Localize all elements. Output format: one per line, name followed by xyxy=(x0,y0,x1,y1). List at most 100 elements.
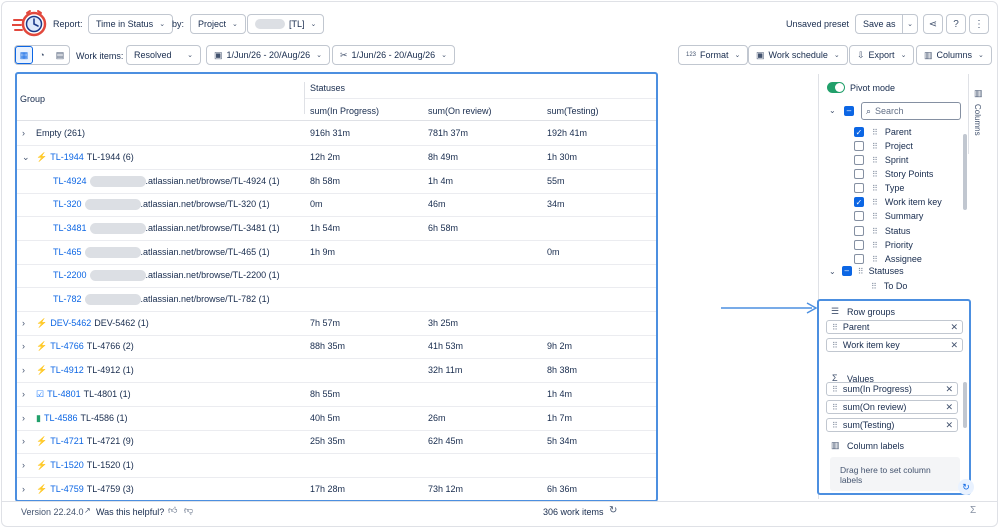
thumbs-down-icon[interactable]: 👎︎ xyxy=(184,505,193,516)
columns-button[interactable]: ▥ Columns ⌄ xyxy=(916,45,992,65)
expand-caret-icon[interactable]: › xyxy=(22,341,36,351)
table-row[interactable]: › ⚡ TL-4766 TL-4766 (2) 88h 35m 41h 53m … xyxy=(16,335,658,359)
field-checkbox[interactable] xyxy=(854,240,864,250)
drag-handle-icon[interactable]: ⠿ xyxy=(832,323,838,332)
drag-handle-icon[interactable]: ⠿ xyxy=(872,212,878,221)
field-checkbox[interactable] xyxy=(854,183,864,193)
drag-handle-icon[interactable]: ⠿ xyxy=(872,184,878,193)
collapse-caret-icon[interactable]: ⌄ xyxy=(22,152,36,163)
row-group-chip[interactable]: ⠿ Work item key ✕ xyxy=(826,338,963,352)
issue-link[interactable]: TL-4759 xyxy=(50,484,84,494)
column-field-item[interactable]: ⠿ Summary xyxy=(854,209,923,223)
col-on-review-header[interactable]: sum(On review) xyxy=(428,106,492,116)
table-row[interactable]: TL-3481 .atlassian.net/browse/TL-3481 (1… xyxy=(16,217,658,241)
drag-handle-icon[interactable]: ⠿ xyxy=(872,142,878,151)
sigma-toggle-icon[interactable]: Σ xyxy=(970,505,976,516)
field-checkbox[interactable] xyxy=(854,211,864,221)
issue-link[interactable]: TL-4912 xyxy=(50,365,84,375)
refresh-icon[interactable]: ↻ xyxy=(609,505,617,516)
expand-caret-icon[interactable]: › xyxy=(22,128,36,138)
col-in-progress-header[interactable]: sum(In Progress) xyxy=(310,106,379,116)
table-row[interactable]: › ⚡ TL-1520 TL-1520 (1) xyxy=(16,454,658,478)
issue-link[interactable]: TL-1944 xyxy=(50,152,84,162)
issue-link[interactable]: TL-3481 xyxy=(53,223,87,233)
chart-view-icon[interactable]: ◔ xyxy=(33,46,51,64)
table-row[interactable]: TL-465 .atlassian.net/browse/TL-465 (1) … xyxy=(16,241,658,265)
collapse-caret-icon[interactable]: ⌄ xyxy=(829,106,836,115)
select-all-checkbox[interactable]: – xyxy=(844,106,854,116)
project-select[interactable]: [TL] ⌄ xyxy=(247,14,325,34)
expand-caret-icon[interactable]: › xyxy=(22,365,36,375)
issue-link[interactable]: TL-320 xyxy=(53,199,82,209)
table-row[interactable]: › ⚡ TL-4912 TL-4912 (1) 32h 11m 8h 38m xyxy=(16,359,658,383)
format-button[interactable]: 123 Format ⌄ xyxy=(678,45,749,65)
thumbs-up-icon[interactable]: 👍︎ xyxy=(168,505,177,516)
issue-link[interactable]: TL-4766 xyxy=(50,341,84,351)
column-field-item[interactable]: ⠿ Sprint xyxy=(854,153,908,167)
column-field-item[interactable]: ⠿ Story Points xyxy=(854,167,933,181)
collapse-caret-icon[interactable]: ⌄ xyxy=(829,267,836,276)
row-group-chip[interactable]: ⠿ Parent ✕ xyxy=(826,320,963,334)
save-as-button[interactable]: Save as ⌄ xyxy=(855,14,918,34)
close-icon[interactable]: ✕ xyxy=(945,420,953,431)
share-icon[interactable]: ⋖ xyxy=(923,14,943,34)
table-row[interactable]: › ⚡ TL-4721 TL-4721 (9) 25h 35m 62h 45m … xyxy=(16,430,658,454)
export-button[interactable]: ⇩ Export ⌄ xyxy=(849,45,915,65)
drag-handle-icon[interactable]: ⠿ xyxy=(872,128,878,137)
column-field-item[interactable]: ⠿ Status xyxy=(854,224,910,238)
pivot-view-icon[interactable]: ▤ xyxy=(51,46,69,64)
drag-handle-icon[interactable]: ⠿ xyxy=(872,241,878,250)
resolution-range-select[interactable]: ✂ 1/Jun/26 - 20/Aug/26 ⌄ xyxy=(332,45,455,65)
issue-link[interactable]: DEV-5462 xyxy=(50,318,91,328)
close-icon[interactable]: ✕ xyxy=(950,322,958,333)
expand-caret-icon[interactable]: › xyxy=(22,413,36,423)
table-row[interactable]: TL-2200 .atlassian.net/browse/TL-2200 (1… xyxy=(16,264,658,288)
drag-handle-icon[interactable]: ⠿ xyxy=(872,255,878,264)
statuses-group-item[interactable]: ⌄ – ⠿ Statuses xyxy=(829,266,904,276)
table-row[interactable]: › Empty (261) 916h 31m 781h 37m 192h 41m xyxy=(16,122,658,146)
table-row[interactable]: TL-782 .atlassian.net/browse/TL-782 (1) xyxy=(16,288,658,312)
issue-link[interactable]: TL-4801 xyxy=(47,389,81,399)
work-schedule-button[interactable]: ▣ Work schedule ⌄ xyxy=(748,45,848,65)
close-icon[interactable]: ✕ xyxy=(950,340,958,351)
column-field-item[interactable]: ✓ ⠿ Parent xyxy=(854,125,911,139)
column-labels-dropzone[interactable]: Drag here to set column labels xyxy=(830,457,960,491)
drag-handle-icon[interactable]: ⠿ xyxy=(872,170,878,179)
work-items-select[interactable]: Resolved ⌄ xyxy=(126,45,201,65)
column-field-item[interactable]: ⠿ Project xyxy=(854,139,913,153)
expand-caret-icon[interactable]: › xyxy=(22,484,36,494)
issue-link[interactable]: TL-4586 xyxy=(44,413,78,423)
field-checkbox[interactable] xyxy=(854,169,864,179)
value-chip[interactable]: ⠿ sum(In Progress) ✕ xyxy=(826,382,958,396)
table-row[interactable]: › ⚡ TL-4759 TL-4759 (3) 17h 28m 73h 12m … xyxy=(16,478,658,502)
drag-handle-icon[interactable]: ⠿ xyxy=(858,267,864,276)
field-checkbox[interactable] xyxy=(854,226,864,236)
value-chip[interactable]: ⠿ sum(On review) ✕ xyxy=(826,400,958,414)
column-field-item[interactable]: ⠿ Type xyxy=(854,181,904,195)
drag-handle-icon[interactable]: ⠿ xyxy=(871,282,877,291)
chat-support-icon[interactable]: ↻ xyxy=(958,479,974,495)
group-column-header[interactable]: Group xyxy=(20,94,45,104)
status-item[interactable]: ⠿ To Do xyxy=(871,281,907,291)
values-scrollbar[interactable] xyxy=(963,382,967,428)
issue-link[interactable]: TL-4924 xyxy=(53,176,87,186)
expand-caret-icon[interactable]: › xyxy=(22,318,36,328)
issue-link[interactable]: TL-465 xyxy=(53,247,82,257)
value-chip[interactable]: ⠿ sum(Testing) ✕ xyxy=(826,418,958,432)
search-input[interactable]: ⌕ Search xyxy=(861,102,961,120)
drag-handle-icon[interactable]: ⠿ xyxy=(872,198,878,207)
by-select[interactable]: Project ⌄ xyxy=(190,14,246,34)
expand-caret-icon[interactable]: › xyxy=(22,389,36,399)
issue-link[interactable]: TL-4721 xyxy=(50,436,84,446)
table-row[interactable]: TL-320 .atlassian.net/browse/TL-320 (1) … xyxy=(16,193,658,217)
report-select[interactable]: Time in Status ⌄ xyxy=(88,14,174,34)
drag-handle-icon[interactable]: ⠿ xyxy=(832,421,838,430)
expand-caret-icon[interactable]: › xyxy=(22,436,36,446)
table-row[interactable]: TL-4924 .atlassian.net/browse/TL-4924 (1… xyxy=(16,170,658,194)
group-checkbox[interactable]: – xyxy=(841,266,852,276)
grid-view-icon[interactable]: ▦ xyxy=(15,46,33,64)
field-checkbox[interactable]: ✓ xyxy=(854,127,864,137)
issue-link[interactable]: TL-2200 xyxy=(53,270,87,280)
field-checkbox[interactable]: ✓ xyxy=(854,197,864,207)
drag-handle-icon[interactable]: ⠿ xyxy=(832,341,838,350)
